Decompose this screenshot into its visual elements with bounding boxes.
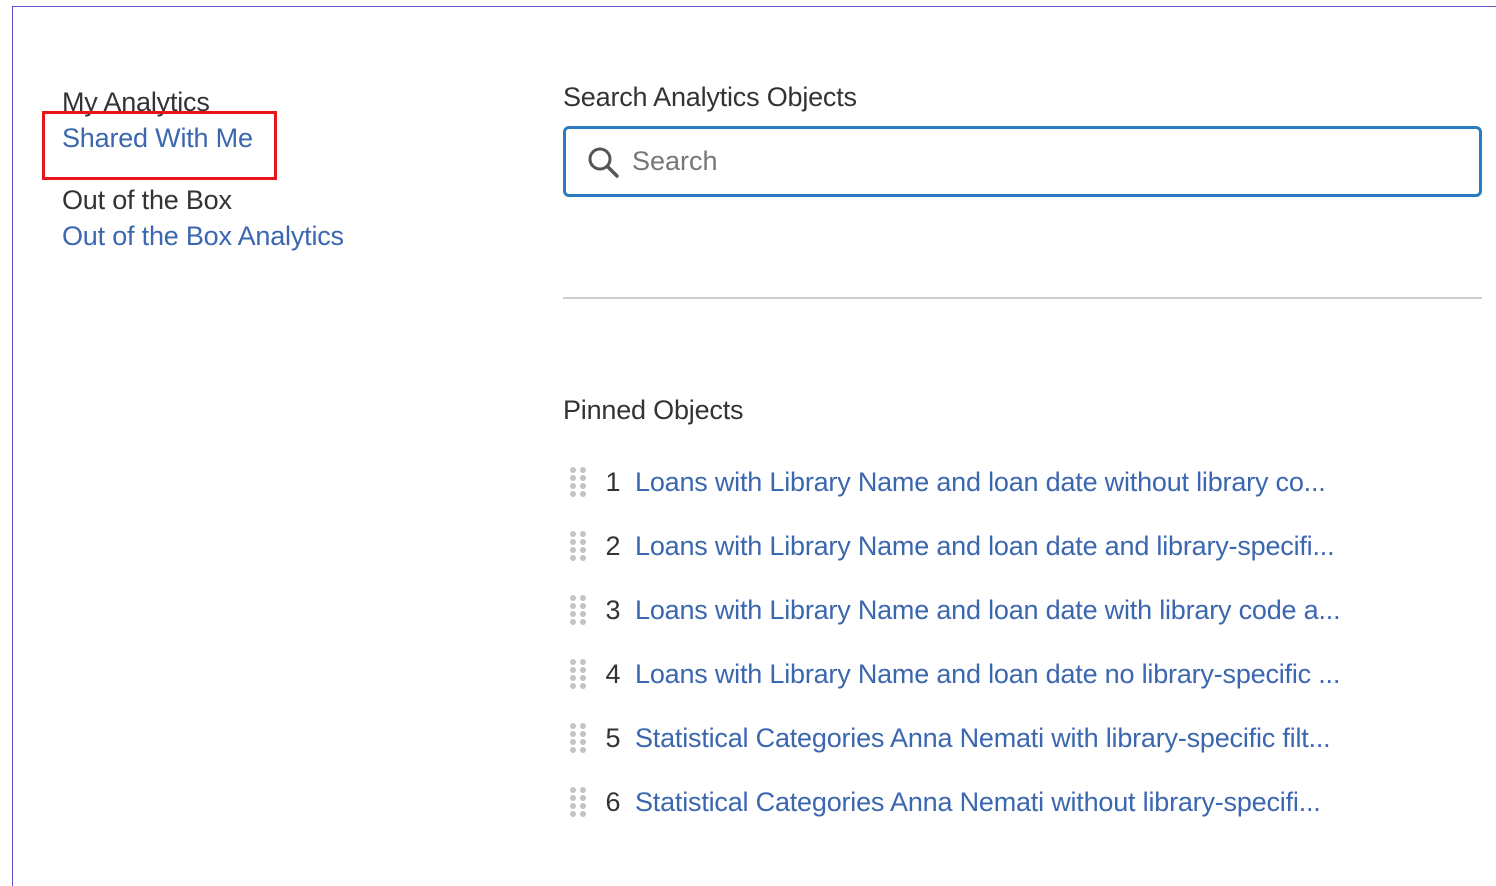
search-title: Search Analytics Objects — [563, 82, 857, 112]
pinned-item-number: 6 — [605, 786, 621, 817]
pinned-item-link[interactable]: Statistical Categories Anna Nemati witho… — [635, 787, 1321, 818]
pinned-item-link[interactable]: Loans with Library Name and loan date no… — [635, 659, 1340, 690]
pinned-item-number: 1 — [605, 466, 621, 497]
pinned-item: 3 Loans with Library Name and loan date w… — [563, 578, 1483, 642]
out-of-box-analytics-link[interactable]: Out of the Box Analytics — [62, 218, 482, 254]
pinned-item: 4 Loans with Library Name and loan date n… — [563, 642, 1483, 706]
drag-handle-icon[interactable] — [567, 594, 589, 626]
drag-handle-icon[interactable] — [567, 530, 589, 562]
my-analytics-heading: My Analytics — [62, 87, 210, 117]
pinned-objects-title: Pinned Objects — [563, 395, 744, 425]
drag-handle-icon[interactable] — [567, 722, 589, 754]
pinned-item-number: 3 — [605, 594, 621, 625]
pinned-list: 1 Loans with Library Name and loan date w… — [563, 450, 1483, 834]
shared-with-me-link[interactable]: Shared With Me — [62, 120, 482, 156]
pinned-item: 1 Loans with Library Name and loan date w… — [563, 450, 1483, 514]
pinned-item-link[interactable]: Loans with Library Name and loan date an… — [635, 531, 1335, 562]
pinned-item-number: 2 — [605, 530, 621, 561]
pinned-item-number: 4 — [605, 658, 621, 689]
search-input[interactable] — [630, 145, 1454, 178]
drag-handle-icon[interactable] — [567, 466, 589, 498]
pinned-item-number: 5 — [605, 722, 621, 753]
nav-group-my-analytics: My Analytics Shared With Me — [62, 84, 482, 156]
search-section: Search Analytics Objects — [563, 78, 1483, 197]
drag-handle-icon[interactable] — [567, 658, 589, 690]
drag-handle-icon[interactable] — [567, 786, 589, 818]
left-nav: My Analytics Shared With Me Out of the B… — [62, 84, 482, 254]
pinned-item-link[interactable]: Loans with Library Name and loan date wi… — [635, 467, 1326, 498]
pinned-item: 5 Statistical Categories Anna Nemati with… — [563, 706, 1483, 770]
pinned-item: 2 Loans with Library Name and loan date a… — [563, 514, 1483, 578]
nav-group-out-of-box: Out of the Box Out of the Box Analytics — [62, 182, 482, 254]
pinned-objects-section: Pinned Objects 1 Loans with Library Name … — [563, 390, 1483, 834]
pinned-item: 6 Statistical Categories Anna Nemati with… — [563, 770, 1483, 834]
section-divider — [563, 297, 1482, 299]
search-box[interactable] — [563, 126, 1482, 197]
search-icon — [586, 145, 620, 179]
pinned-item-link[interactable]: Statistical Categories Anna Nemati with … — [635, 723, 1331, 754]
pinned-item-link[interactable]: Loans with Library Name and loan date wi… — [635, 595, 1341, 626]
out-of-box-heading: Out of the Box — [62, 185, 232, 215]
